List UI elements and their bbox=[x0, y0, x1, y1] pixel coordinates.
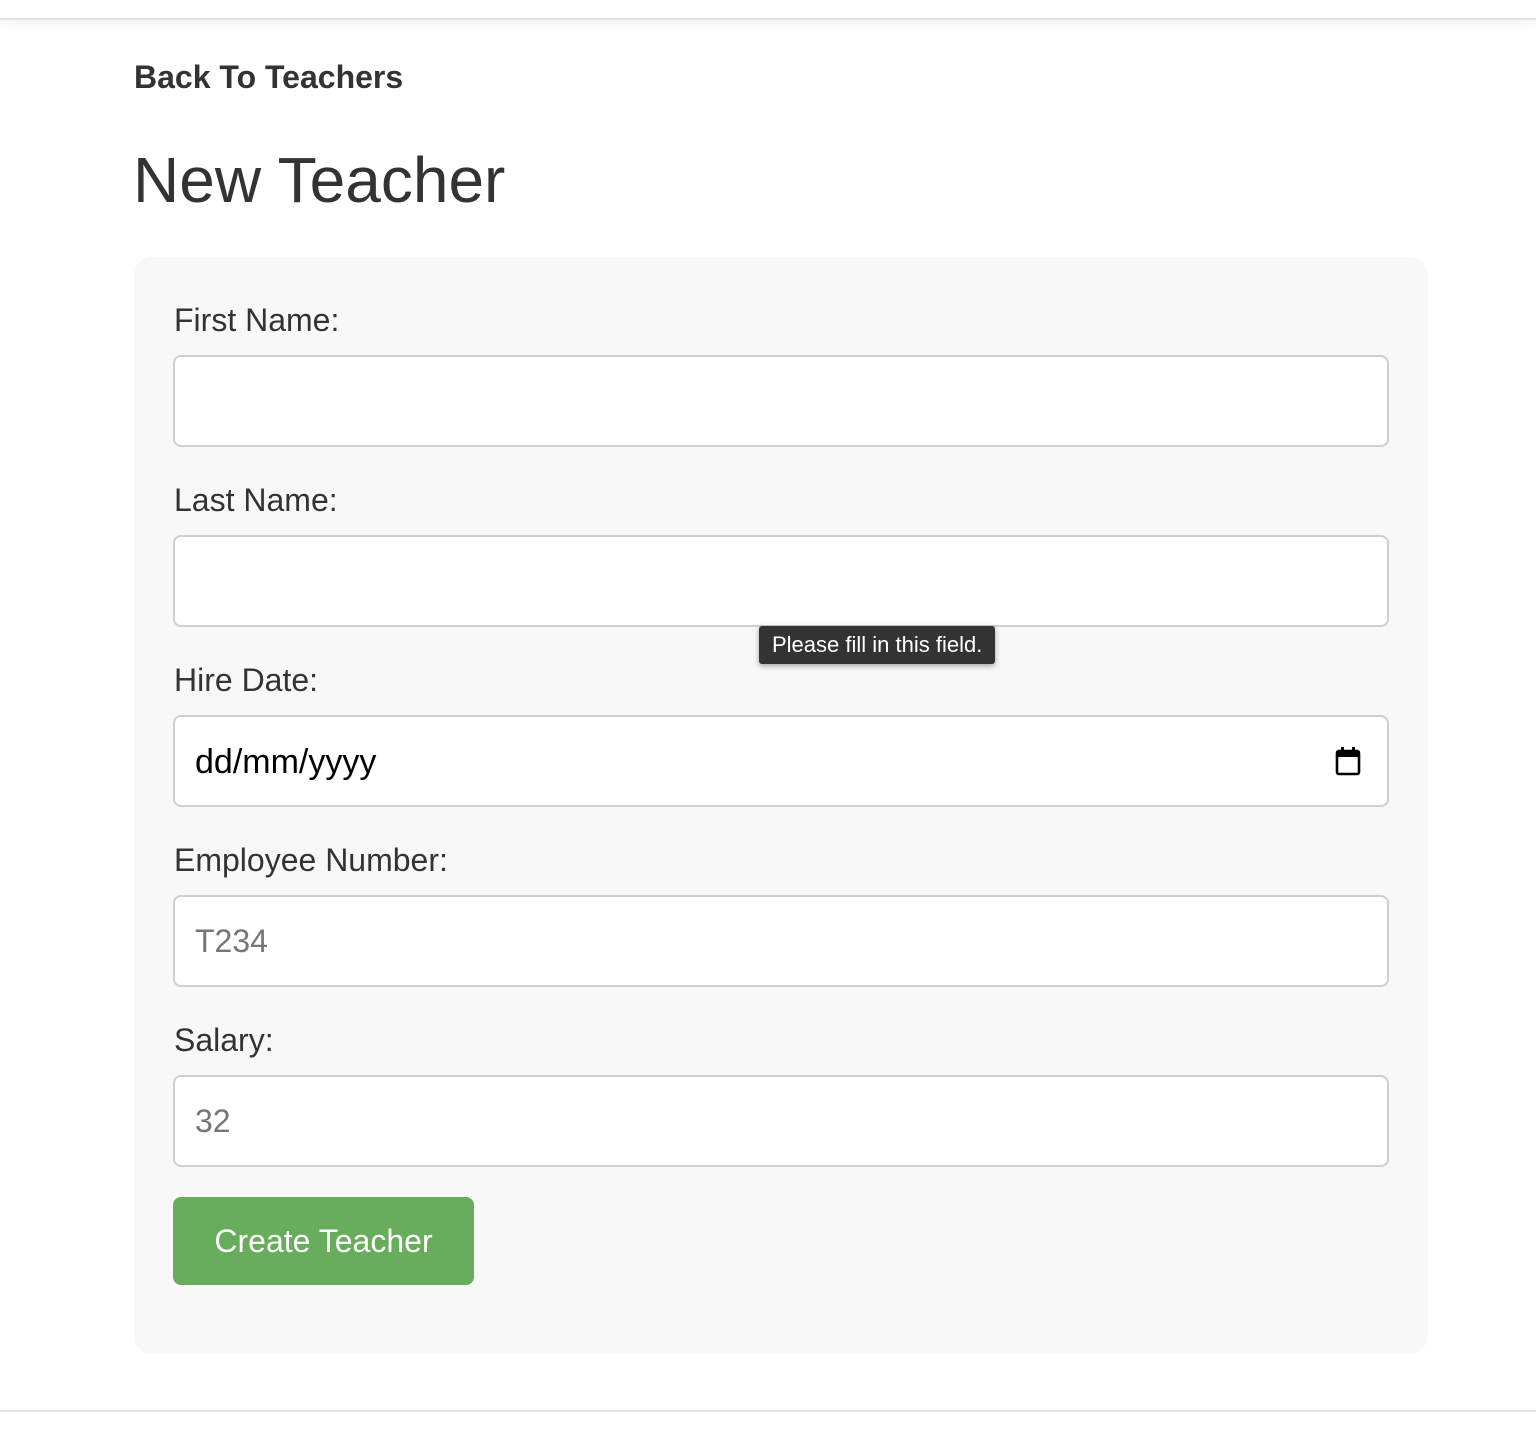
back-to-teachers-link[interactable]: Back To Teachers bbox=[134, 58, 403, 96]
top-nav-bar bbox=[0, 0, 1536, 20]
hire-date-format-text: dd/mm/yyyy bbox=[195, 743, 377, 781]
last-name-label: Last Name: bbox=[174, 482, 338, 518]
employee-number-input[interactable] bbox=[173, 895, 1389, 987]
first-name-input[interactable] bbox=[173, 355, 1389, 447]
hire-date-input[interactable]: dd/mm/yyyy bbox=[173, 715, 1389, 807]
calendar-icon[interactable] bbox=[1335, 746, 1361, 776]
salary-label: Salary: bbox=[174, 1022, 274, 1058]
hire-date-label: Hire Date: bbox=[174, 662, 319, 698]
new-teacher-form: First Name: Last Name: Hire Date: dd/mm/… bbox=[134, 257, 1428, 1354]
first-name-label: First Name: bbox=[174, 302, 340, 338]
employee-number-label: Employee Number: bbox=[174, 842, 448, 878]
footer-divider bbox=[0, 1410, 1536, 1412]
salary-input[interactable] bbox=[173, 1075, 1389, 1167]
page: Back To Teachers New Teacher First Name:… bbox=[0, 0, 1536, 1440]
validation-tooltip: Please fill in this field. bbox=[759, 626, 996, 664]
create-teacher-button[interactable]: Create Teacher bbox=[173, 1197, 474, 1285]
last-name-input[interactable] bbox=[173, 535, 1389, 627]
page-title: New Teacher bbox=[133, 144, 506, 216]
